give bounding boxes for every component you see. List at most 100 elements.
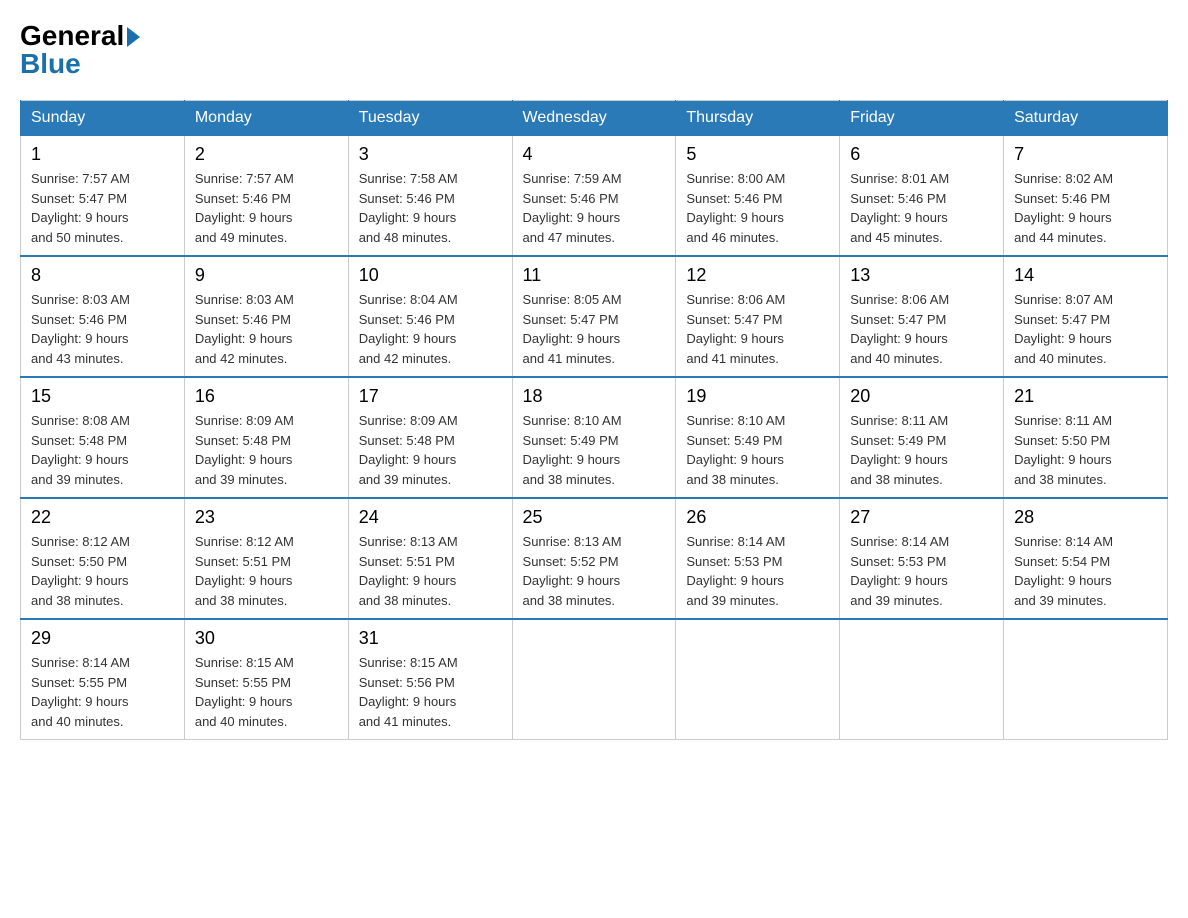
day-info: Sunrise: 8:07 AMSunset: 5:47 PMDaylight:… (1014, 292, 1113, 366)
day-info: Sunrise: 8:11 AMSunset: 5:49 PMDaylight:… (850, 413, 948, 487)
day-number: 2 (195, 144, 338, 165)
table-row: 24 Sunrise: 8:13 AMSunset: 5:51 PMDaylig… (348, 498, 512, 619)
logo-triangle-icon (127, 27, 140, 47)
table-row: 29 Sunrise: 8:14 AMSunset: 5:55 PMDaylig… (21, 619, 185, 740)
day-number: 26 (686, 507, 829, 528)
header-sunday: Sunday (21, 101, 185, 136)
day-number: 15 (31, 386, 174, 407)
table-row: 12 Sunrise: 8:06 AMSunset: 5:47 PMDaylig… (676, 256, 840, 377)
day-info: Sunrise: 8:15 AMSunset: 5:55 PMDaylight:… (195, 655, 294, 729)
calendar-week-row: 8 Sunrise: 8:03 AMSunset: 5:46 PMDayligh… (21, 256, 1168, 377)
day-number: 13 (850, 265, 993, 286)
header-tuesday: Tuesday (348, 101, 512, 136)
table-row: 6 Sunrise: 8:01 AMSunset: 5:46 PMDayligh… (840, 136, 1004, 257)
table-row: 5 Sunrise: 8:00 AMSunset: 5:46 PMDayligh… (676, 136, 840, 257)
day-number: 30 (195, 628, 338, 649)
calendar-week-row: 29 Sunrise: 8:14 AMSunset: 5:55 PMDaylig… (21, 619, 1168, 740)
day-info: Sunrise: 8:15 AMSunset: 5:56 PMDaylight:… (359, 655, 458, 729)
header-friday: Friday (840, 101, 1004, 136)
day-info: Sunrise: 8:00 AMSunset: 5:46 PMDaylight:… (686, 171, 785, 245)
day-number: 18 (523, 386, 666, 407)
table-row: 31 Sunrise: 8:15 AMSunset: 5:56 PMDaylig… (348, 619, 512, 740)
day-info: Sunrise: 8:14 AMSunset: 5:54 PMDaylight:… (1014, 534, 1113, 608)
weekday-header-row: Sunday Monday Tuesday Wednesday Thursday… (21, 101, 1168, 136)
table-row: 14 Sunrise: 8:07 AMSunset: 5:47 PMDaylig… (1004, 256, 1168, 377)
day-number: 4 (523, 144, 666, 165)
table-row: 28 Sunrise: 8:14 AMSunset: 5:54 PMDaylig… (1004, 498, 1168, 619)
day-info: Sunrise: 8:09 AMSunset: 5:48 PMDaylight:… (195, 413, 294, 487)
day-info: Sunrise: 8:10 AMSunset: 5:49 PMDaylight:… (686, 413, 785, 487)
day-info: Sunrise: 8:03 AMSunset: 5:46 PMDaylight:… (31, 292, 130, 366)
table-row: 27 Sunrise: 8:14 AMSunset: 5:53 PMDaylig… (840, 498, 1004, 619)
day-info: Sunrise: 8:11 AMSunset: 5:50 PMDaylight:… (1014, 413, 1112, 487)
calendar-week-row: 22 Sunrise: 8:12 AMSunset: 5:50 PMDaylig… (21, 498, 1168, 619)
day-info: Sunrise: 7:59 AMSunset: 5:46 PMDaylight:… (523, 171, 622, 245)
header-monday: Monday (184, 101, 348, 136)
table-row: 7 Sunrise: 8:02 AMSunset: 5:46 PMDayligh… (1004, 136, 1168, 257)
day-info: Sunrise: 8:12 AMSunset: 5:51 PMDaylight:… (195, 534, 294, 608)
day-number: 24 (359, 507, 502, 528)
calendar-week-row: 1 Sunrise: 7:57 AMSunset: 5:47 PMDayligh… (21, 136, 1168, 257)
day-info: Sunrise: 8:12 AMSunset: 5:50 PMDaylight:… (31, 534, 130, 608)
table-row: 1 Sunrise: 7:57 AMSunset: 5:47 PMDayligh… (21, 136, 185, 257)
day-number: 29 (31, 628, 174, 649)
logo-blue-text: Blue (20, 48, 81, 80)
day-number: 7 (1014, 144, 1157, 165)
day-info: Sunrise: 8:13 AMSunset: 5:52 PMDaylight:… (523, 534, 622, 608)
calendar-week-row: 15 Sunrise: 8:08 AMSunset: 5:48 PMDaylig… (21, 377, 1168, 498)
day-info: Sunrise: 7:58 AMSunset: 5:46 PMDaylight:… (359, 171, 458, 245)
day-number: 23 (195, 507, 338, 528)
table-row (1004, 619, 1168, 740)
day-number: 19 (686, 386, 829, 407)
table-row: 16 Sunrise: 8:09 AMSunset: 5:48 PMDaylig… (184, 377, 348, 498)
day-number: 21 (1014, 386, 1157, 407)
day-info: Sunrise: 7:57 AMSunset: 5:46 PMDaylight:… (195, 171, 294, 245)
header-thursday: Thursday (676, 101, 840, 136)
table-row: 3 Sunrise: 7:58 AMSunset: 5:46 PMDayligh… (348, 136, 512, 257)
day-number: 1 (31, 144, 174, 165)
table-row (840, 619, 1004, 740)
day-number: 14 (1014, 265, 1157, 286)
day-info: Sunrise: 8:09 AMSunset: 5:48 PMDaylight:… (359, 413, 458, 487)
day-number: 25 (523, 507, 666, 528)
calendar-table: Sunday Monday Tuesday Wednesday Thursday… (20, 100, 1168, 740)
day-number: 8 (31, 265, 174, 286)
day-info: Sunrise: 8:06 AMSunset: 5:47 PMDaylight:… (850, 292, 949, 366)
table-row: 19 Sunrise: 8:10 AMSunset: 5:49 PMDaylig… (676, 377, 840, 498)
day-number: 3 (359, 144, 502, 165)
day-number: 17 (359, 386, 502, 407)
table-row: 30 Sunrise: 8:15 AMSunset: 5:55 PMDaylig… (184, 619, 348, 740)
logo: General Blue (20, 20, 140, 80)
table-row: 25 Sunrise: 8:13 AMSunset: 5:52 PMDaylig… (512, 498, 676, 619)
day-info: Sunrise: 8:14 AMSunset: 5:53 PMDaylight:… (850, 534, 949, 608)
page-header: General Blue (20, 20, 1168, 80)
day-info: Sunrise: 8:06 AMSunset: 5:47 PMDaylight:… (686, 292, 785, 366)
table-row: 8 Sunrise: 8:03 AMSunset: 5:46 PMDayligh… (21, 256, 185, 377)
table-row: 15 Sunrise: 8:08 AMSunset: 5:48 PMDaylig… (21, 377, 185, 498)
day-number: 16 (195, 386, 338, 407)
day-info: Sunrise: 8:14 AMSunset: 5:53 PMDaylight:… (686, 534, 785, 608)
day-info: Sunrise: 8:13 AMSunset: 5:51 PMDaylight:… (359, 534, 458, 608)
day-number: 6 (850, 144, 993, 165)
day-info: Sunrise: 8:05 AMSunset: 5:47 PMDaylight:… (523, 292, 622, 366)
day-info: Sunrise: 8:03 AMSunset: 5:46 PMDaylight:… (195, 292, 294, 366)
table-row: 2 Sunrise: 7:57 AMSunset: 5:46 PMDayligh… (184, 136, 348, 257)
day-info: Sunrise: 8:10 AMSunset: 5:49 PMDaylight:… (523, 413, 622, 487)
day-number: 11 (523, 265, 666, 286)
table-row: 21 Sunrise: 8:11 AMSunset: 5:50 PMDaylig… (1004, 377, 1168, 498)
table-row: 13 Sunrise: 8:06 AMSunset: 5:47 PMDaylig… (840, 256, 1004, 377)
table-row (676, 619, 840, 740)
day-number: 31 (359, 628, 502, 649)
header-saturday: Saturday (1004, 101, 1168, 136)
table-row (512, 619, 676, 740)
day-number: 12 (686, 265, 829, 286)
day-info: Sunrise: 8:01 AMSunset: 5:46 PMDaylight:… (850, 171, 949, 245)
table-row: 17 Sunrise: 8:09 AMSunset: 5:48 PMDaylig… (348, 377, 512, 498)
table-row: 10 Sunrise: 8:04 AMSunset: 5:46 PMDaylig… (348, 256, 512, 377)
day-info: Sunrise: 8:04 AMSunset: 5:46 PMDaylight:… (359, 292, 458, 366)
day-number: 9 (195, 265, 338, 286)
table-row: 23 Sunrise: 8:12 AMSunset: 5:51 PMDaylig… (184, 498, 348, 619)
table-row: 4 Sunrise: 7:59 AMSunset: 5:46 PMDayligh… (512, 136, 676, 257)
day-number: 28 (1014, 507, 1157, 528)
day-info: Sunrise: 8:02 AMSunset: 5:46 PMDaylight:… (1014, 171, 1113, 245)
